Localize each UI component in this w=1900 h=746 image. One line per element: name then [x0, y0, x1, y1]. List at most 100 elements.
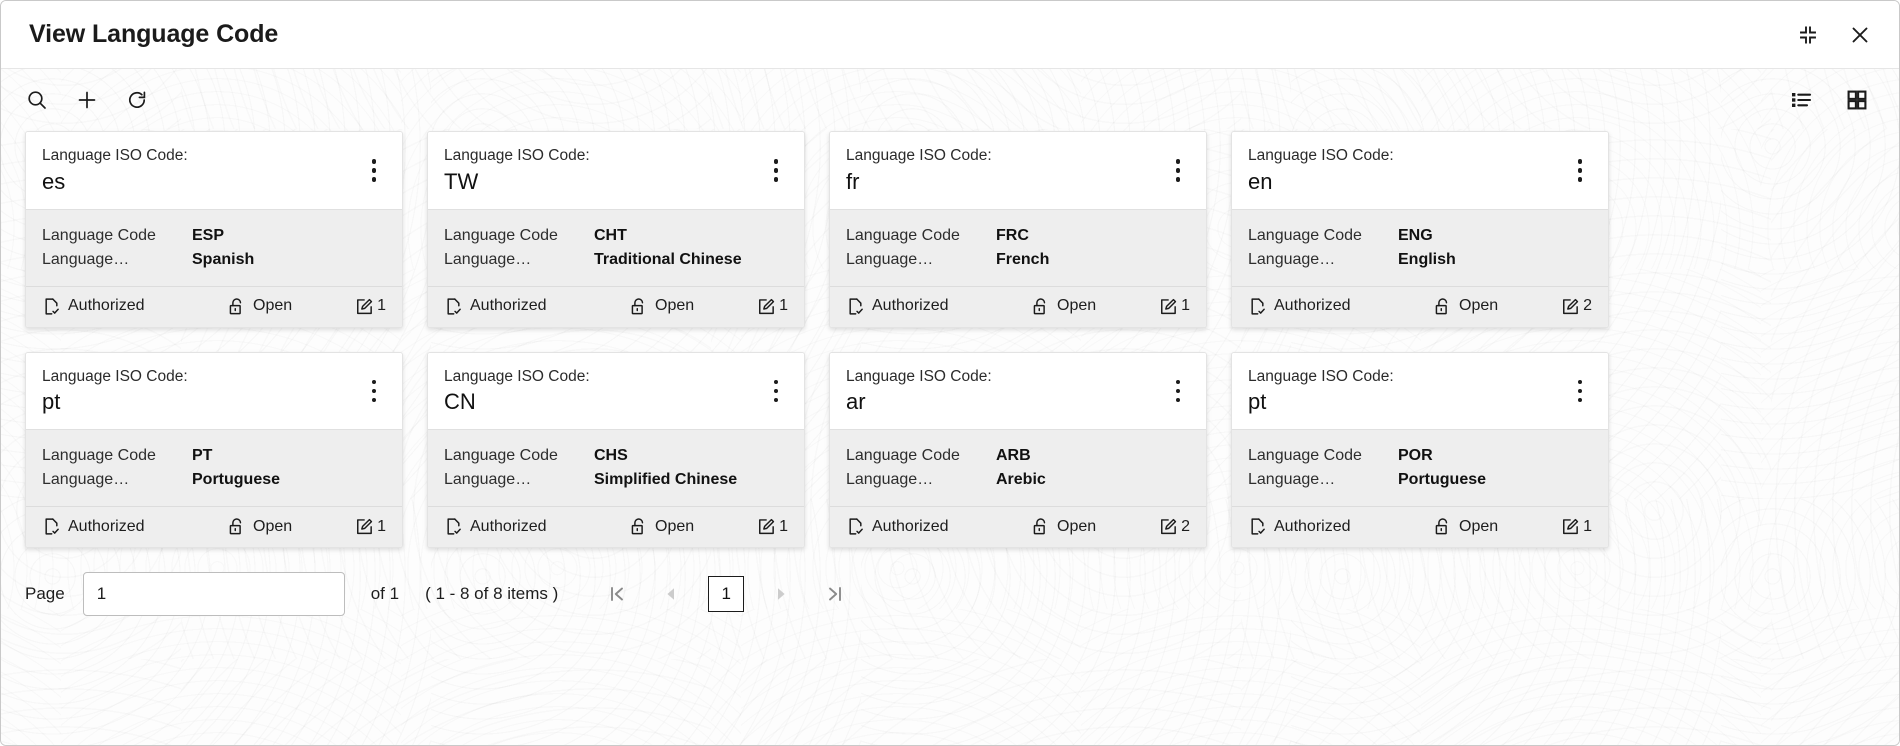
card-kebab-menu-icon[interactable]	[762, 373, 790, 409]
card-language-value: French	[996, 248, 1049, 272]
card-header: Language ISO Code:pt	[26, 353, 402, 430]
next-page-icon[interactable]	[764, 577, 798, 611]
card-iso-value: fr	[846, 168, 1190, 197]
first-page-icon[interactable]	[600, 577, 634, 611]
card-iso-value: en	[1248, 168, 1592, 197]
card-lock-open[interactable]: Open	[629, 517, 694, 536]
language-code-card[interactable]: Language ISO Code:ptLanguage CodePORLang…	[1231, 352, 1609, 549]
card-lock-open[interactable]: Open	[1031, 297, 1096, 316]
card-language-code-row: Language CodePT	[42, 444, 386, 468]
refresh-icon[interactable]	[117, 80, 157, 120]
card-status-authorized[interactable]: Authorized	[42, 297, 227, 316]
card-language-value: English	[1398, 248, 1456, 272]
card-kebab-menu-icon[interactable]	[762, 152, 790, 188]
collapse-icon[interactable]	[1795, 22, 1821, 48]
card-language-value: Arebic	[996, 468, 1046, 492]
grid-view-icon[interactable]	[1837, 80, 1877, 120]
add-icon[interactable]	[67, 80, 107, 120]
last-page-icon[interactable]	[818, 577, 852, 611]
card-lock-label: Open	[655, 518, 694, 536]
card-status-authorized[interactable]: Authorized	[444, 517, 629, 536]
card-lock-label: Open	[1459, 518, 1498, 536]
card-body: Language CodeFRCLanguage…French	[830, 209, 1206, 286]
card-status-authorized[interactable]: Authorized	[444, 297, 629, 316]
page-label: Page	[25, 584, 65, 604]
card-edit-count[interactable]: 1	[1561, 517, 1592, 536]
card-kebab-menu-icon[interactable]	[1164, 152, 1192, 188]
card-status-label: Authorized	[68, 518, 145, 536]
card-iso-value: ar	[846, 388, 1190, 417]
language-code-card[interactable]: Language ISO Code:enLanguage CodeENGLang…	[1231, 131, 1609, 328]
card-language-code-key: Language Code	[444, 444, 594, 468]
language-code-grid: Language ISO Code:esLanguage CodeESPLang…	[25, 131, 1875, 548]
unlock-icon	[1433, 297, 1452, 316]
previous-page-icon[interactable]	[654, 577, 688, 611]
card-lock-open[interactable]: Open	[629, 297, 694, 316]
card-language-key: Language…	[846, 248, 996, 272]
card-language-code-key: Language Code	[42, 224, 192, 248]
card-language-code-key: Language Code	[1248, 224, 1398, 248]
search-icon[interactable]	[17, 80, 57, 120]
card-edit-count[interactable]: 1	[355, 517, 386, 536]
card-lock-open[interactable]: Open	[227, 517, 292, 536]
card-language-code-row: Language CodeESP	[42, 224, 386, 248]
window-titlebar: View Language Code	[1, 1, 1899, 69]
card-edit-count[interactable]: 1	[1159, 297, 1190, 316]
card-language-row: Language…Spanish	[42, 248, 386, 272]
card-iso-value: pt	[1248, 388, 1592, 417]
card-footer: Authorized Open 1	[428, 506, 804, 547]
card-lock-open[interactable]: Open	[1433, 517, 1498, 536]
card-status-authorized[interactable]: Authorized	[846, 297, 1031, 316]
card-edit-count[interactable]: 1	[355, 297, 386, 316]
card-iso-label: Language ISO Code:	[846, 367, 1190, 388]
language-code-card[interactable]: Language ISO Code:CNLanguage CodeCHSLang…	[427, 352, 805, 549]
card-edit-count-value: 1	[779, 297, 788, 315]
card-status-authorized[interactable]: Authorized	[42, 517, 227, 536]
card-language-key: Language…	[1248, 248, 1398, 272]
card-kebab-menu-icon[interactable]	[1566, 152, 1594, 188]
unlock-icon	[227, 517, 246, 536]
unlock-icon	[629, 297, 648, 316]
card-edit-count-value: 1	[1583, 518, 1592, 536]
document-check-icon	[1248, 517, 1267, 536]
language-code-card[interactable]: Language ISO Code:esLanguage CodeESPLang…	[25, 131, 403, 328]
card-iso-label: Language ISO Code:	[444, 146, 788, 167]
page-input[interactable]	[83, 572, 345, 616]
card-status-label: Authorized	[470, 518, 547, 536]
language-code-card[interactable]: Language ISO Code:ptLanguage CodePTLangu…	[25, 352, 403, 549]
card-lock-open[interactable]: Open	[227, 297, 292, 316]
card-language-value: Portuguese	[192, 468, 280, 492]
card-kebab-menu-icon[interactable]	[360, 373, 388, 409]
card-status-authorized[interactable]: Authorized	[1248, 297, 1433, 316]
card-kebab-menu-icon[interactable]	[1164, 373, 1192, 409]
card-edit-count[interactable]: 1	[757, 297, 788, 316]
view-language-code-window: View Language Code	[0, 0, 1900, 746]
card-edit-count[interactable]: 2	[1561, 297, 1592, 316]
card-status-label: Authorized	[68, 297, 145, 315]
card-status-authorized[interactable]: Authorized	[1248, 517, 1433, 536]
page-number-1[interactable]: 1	[708, 576, 744, 612]
card-body: Language CodeESPLanguage…Spanish	[26, 209, 402, 286]
card-language-code-row: Language CodeCHT	[444, 224, 788, 248]
card-edit-count[interactable]: 1	[757, 517, 788, 536]
language-code-card[interactable]: Language ISO Code:arLanguage CodeARBLang…	[829, 352, 1207, 549]
card-lock-open[interactable]: Open	[1031, 517, 1096, 536]
card-iso-label: Language ISO Code:	[1248, 367, 1592, 388]
document-check-icon	[444, 517, 463, 536]
card-edit-count[interactable]: 2	[1159, 517, 1190, 536]
card-language-code-row: Language CodeFRC	[846, 224, 1190, 248]
card-kebab-menu-icon[interactable]	[1566, 373, 1594, 409]
card-kebab-menu-icon[interactable]	[360, 152, 388, 188]
card-header: Language ISO Code:ar	[830, 353, 1206, 430]
language-code-card[interactable]: Language ISO Code:TWLanguage CodeCHTLang…	[427, 131, 805, 328]
list-view-icon[interactable]	[1781, 80, 1821, 120]
document-check-icon	[42, 517, 61, 536]
card-status-authorized[interactable]: Authorized	[846, 517, 1031, 536]
card-lock-open[interactable]: Open	[1433, 297, 1498, 316]
unlock-icon	[1031, 517, 1050, 536]
card-language-code-value: PT	[192, 444, 212, 468]
language-code-card[interactable]: Language ISO Code:frLanguage CodeFRCLang…	[829, 131, 1207, 328]
card-status-label: Authorized	[1274, 297, 1351, 315]
edit-square-icon	[355, 517, 374, 536]
close-icon[interactable]	[1847, 22, 1873, 48]
